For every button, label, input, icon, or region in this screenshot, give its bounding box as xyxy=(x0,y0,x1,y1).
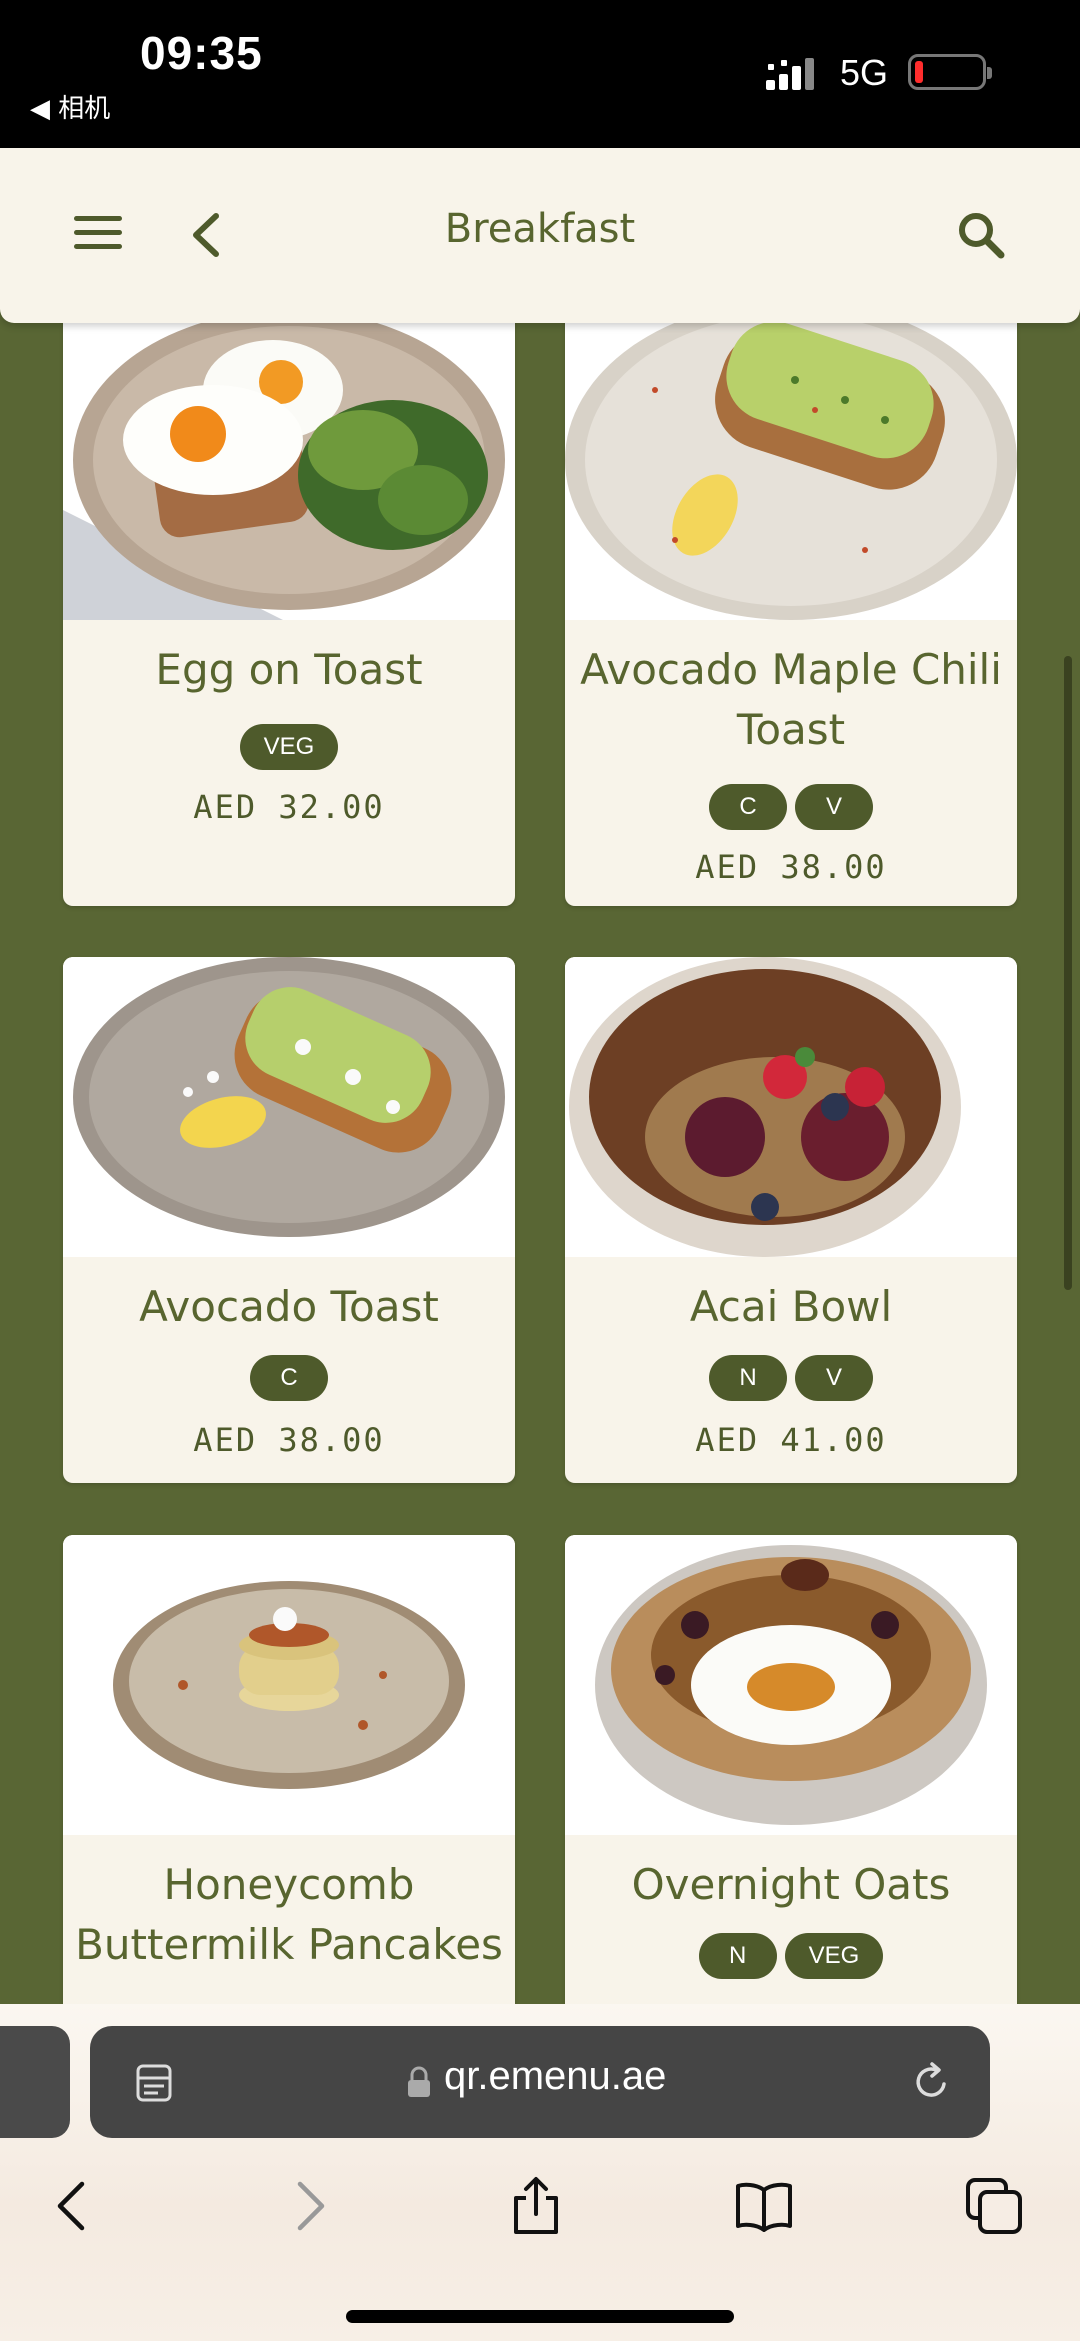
dietary-badge: V xyxy=(795,784,873,830)
status-time: 09:35 xyxy=(140,27,263,79)
overnight-oats-photo xyxy=(565,1535,1017,1835)
tabs-icon[interactable] xyxy=(964,2176,1024,2236)
browser-toolbar: qr.emenu.ae xyxy=(0,2004,1080,2341)
avocado-toast-photo xyxy=(63,957,515,1257)
url-text: qr.emenu.ae xyxy=(444,2054,667,2098)
bookmarks-icon[interactable] xyxy=(734,2176,794,2236)
dietary-badge: N xyxy=(709,1355,787,1401)
item-name: Egg on Toast xyxy=(155,645,423,694)
status-bar: 09:35 ◀ 相机 5G xyxy=(0,0,1080,148)
dietary-badge: C xyxy=(250,1355,328,1401)
cellular-signal-icon xyxy=(766,58,814,90)
item-name: Honeycomb Buttermilk Pancakes xyxy=(75,1860,503,1969)
dietary-badges: N VEG xyxy=(565,1933,1017,1979)
menu-item-card[interactable]: Overnight Oats N VEG xyxy=(565,1535,1017,2035)
pancakes-photo xyxy=(63,1535,515,1835)
dietary-badge: VEG xyxy=(239,724,339,770)
menu-item-card[interactable]: Acai Bowl NV AED 41.00 xyxy=(565,957,1017,1483)
menu-item-card[interactable]: Honeycomb Buttermilk Pancakes xyxy=(63,1535,515,2035)
page-menu-icon[interactable] xyxy=(134,2062,174,2104)
battery-icon xyxy=(908,54,992,90)
share-icon[interactable] xyxy=(506,2176,566,2236)
network-type: 5G xyxy=(840,52,889,93)
scrollbar[interactable] xyxy=(1064,656,1072,1290)
lock-icon xyxy=(408,2066,430,2097)
egg-on-toast-photo xyxy=(63,310,515,620)
home-indicator[interactable] xyxy=(346,2310,734,2323)
item-price: AED 41.00 xyxy=(695,1421,887,1459)
back-to-camera-link[interactable]: ◀ 相机 xyxy=(30,88,110,125)
acai-bowl-photo xyxy=(565,957,1017,1257)
reload-icon[interactable] xyxy=(910,2060,954,2104)
item-name: Overnight Oats xyxy=(631,1860,951,1909)
item-price: AED 32.00 xyxy=(193,788,385,826)
item-name: Avocado Toast xyxy=(139,1282,439,1331)
menu-item-card[interactable]: Egg on Toast VEG AED 32.00 xyxy=(63,310,515,906)
dietary-badges: CV xyxy=(565,784,1017,830)
page-title: Breakfast xyxy=(444,206,636,252)
browser-back-icon[interactable] xyxy=(44,2176,104,2236)
item-price: AED 38.00 xyxy=(193,1421,385,1459)
menu-item-card[interactable]: Avocado Toast C AED 38.00 xyxy=(63,957,515,1483)
address-bar[interactable]: qr.emenu.ae xyxy=(90,2026,990,2138)
app-header: Breakfast xyxy=(0,148,1080,323)
dietary-badge: V xyxy=(795,1355,873,1401)
dietary-badge: N xyxy=(698,1933,777,1979)
dietary-badge: VEG xyxy=(784,1933,884,1979)
dietary-badges: VEG xyxy=(63,724,515,770)
browser-forward-icon[interactable] xyxy=(278,2176,338,2236)
item-price: AED 38.00 xyxy=(695,848,887,886)
previous-tab-preview[interactable] xyxy=(0,2026,70,2138)
dietary-badge: C xyxy=(709,784,787,830)
avocado-maple-chili-toast-photo xyxy=(565,310,1017,620)
dietary-badges: C xyxy=(63,1355,515,1401)
dietary-badges: NV xyxy=(565,1355,1017,1401)
search-icon[interactable] xyxy=(956,210,1006,260)
item-name: Acai Bowl xyxy=(689,1282,893,1331)
menu-item-card[interactable]: Avocado Maple Chili Toast CV AED 38.00 xyxy=(565,310,1017,906)
item-name: Avocado Maple Chili Toast xyxy=(580,645,1002,754)
